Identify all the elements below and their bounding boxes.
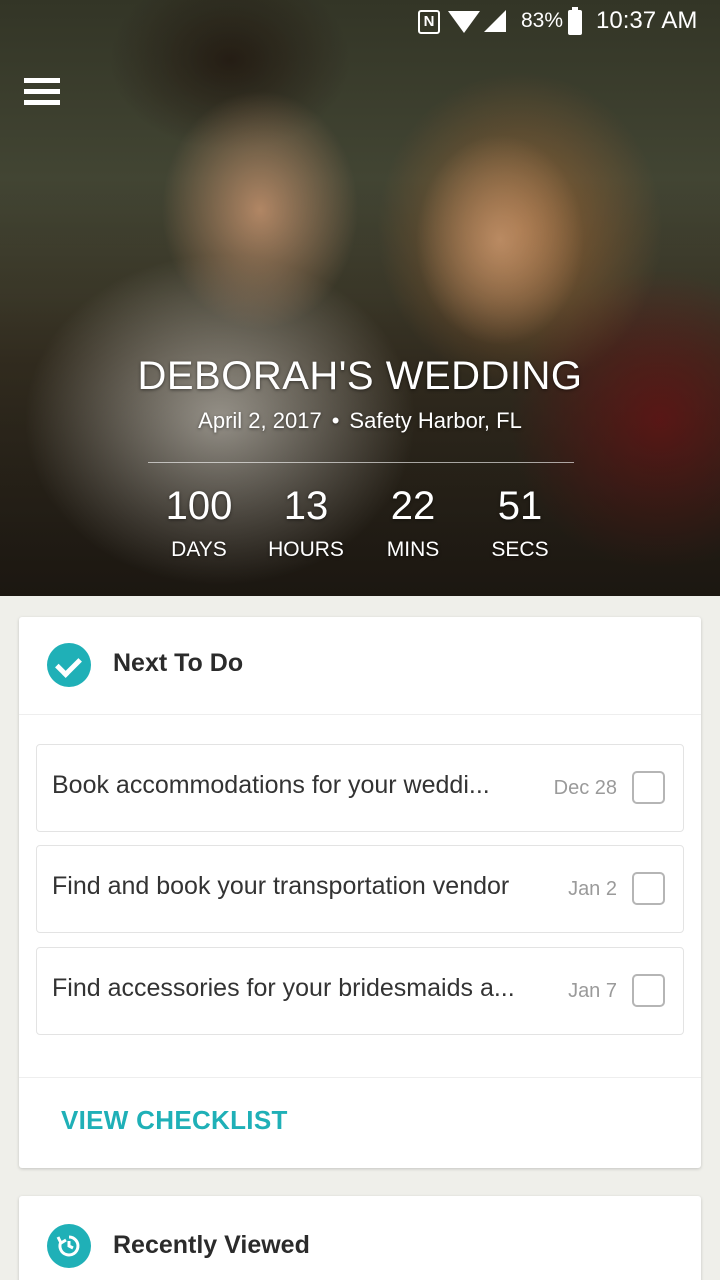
wedding-title: DEBORAH'S WEDDING bbox=[137, 354, 583, 398]
divider bbox=[148, 462, 574, 463]
countdown-mins: 22 MINS bbox=[358, 484, 468, 562]
nfc-icon: N bbox=[418, 10, 440, 34]
divider bbox=[19, 1077, 701, 1078]
wedding-location: Safety Harbor, FL bbox=[349, 408, 522, 433]
countdown-secs: 51 SECS bbox=[465, 484, 575, 562]
recently-viewed-card: Recently Viewed bbox=[19, 1196, 701, 1280]
separator-dot: • bbox=[331, 408, 340, 433]
countdown-unit: HOURS bbox=[268, 538, 344, 561]
card-title: Recently Viewed bbox=[113, 1231, 310, 1259]
task-checkbox[interactable] bbox=[632, 771, 665, 804]
clock: 10:37 AM bbox=[596, 7, 698, 34]
task-text: Find accessories for your bridesmaids a.… bbox=[52, 974, 515, 1002]
battery-icon bbox=[568, 7, 582, 35]
countdown-unit: SECS bbox=[491, 538, 549, 561]
task-item[interactable]: Find accessories for your bridesmaids a.… bbox=[36, 947, 684, 1035]
next-to-do-card: Next To Do Book accommodations for your … bbox=[19, 617, 701, 1168]
task-checkbox[interactable] bbox=[632, 872, 665, 905]
countdown-unit: MINS bbox=[386, 538, 440, 561]
view-checklist-link[interactable]: VIEW CHECKLIST bbox=[61, 1105, 288, 1136]
card-header: Next To Do bbox=[19, 617, 701, 715]
task-item[interactable]: Find and book your transportation vendor… bbox=[36, 845, 684, 933]
countdown-value: 22 bbox=[390, 484, 436, 528]
task-date: Dec 28 bbox=[553, 777, 617, 799]
check-circle-icon bbox=[47, 643, 91, 687]
status-bar: N 83% 10:37 AM bbox=[0, 0, 720, 44]
countdown-unit: DAYS bbox=[171, 538, 227, 561]
countdown-value: 13 bbox=[283, 484, 329, 528]
signal-icon bbox=[484, 10, 506, 32]
wedding-date: April 2, 2017 bbox=[198, 408, 322, 433]
countdown-value: 51 bbox=[497, 484, 543, 528]
task-checkbox[interactable] bbox=[632, 974, 665, 1007]
card-title: Next To Do bbox=[113, 649, 244, 677]
task-text: Find and book your transportation vendor bbox=[52, 872, 510, 900]
countdown-hours: 13 HOURS bbox=[251, 484, 361, 562]
task-date: Jan 7 bbox=[568, 980, 617, 1002]
wifi-icon bbox=[448, 11, 480, 33]
task-date: Jan 2 bbox=[568, 878, 617, 900]
battery-percent: 83% bbox=[521, 9, 564, 32]
task-text: Book accommodations for your weddi... bbox=[52, 771, 490, 799]
history-icon bbox=[47, 1224, 91, 1268]
hamburger-menu-icon[interactable] bbox=[24, 76, 62, 108]
countdown-value: 100 bbox=[165, 484, 233, 528]
wedding-meta: April 2, 2017 • Safety Harbor, FL bbox=[0, 408, 720, 434]
countdown-days: 100 DAYS bbox=[144, 484, 254, 562]
hero-photo: N 83% 10:37 AM DEBORAH'S WEDDING April 2… bbox=[0, 0, 720, 596]
task-item[interactable]: Book accommodations for your weddi... De… bbox=[36, 744, 684, 832]
